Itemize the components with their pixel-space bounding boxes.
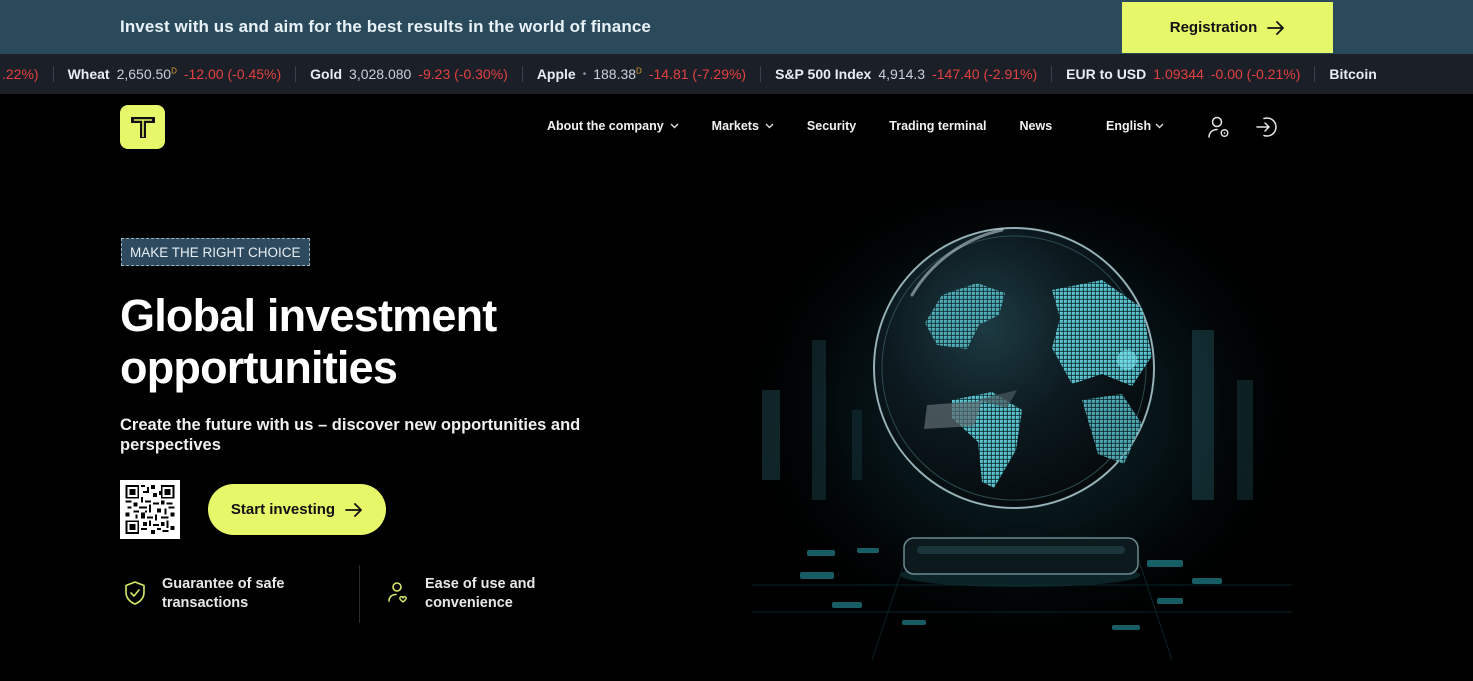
start-investing-button[interactable]: Start investing [208, 484, 386, 535]
hero-title-line2: opportunities [120, 342, 398, 393]
feature-text: Guarantee of safe transactions [162, 575, 285, 613]
feature-line: convenience [425, 595, 513, 611]
registration-label: Registration [1169, 19, 1258, 36]
ticker-name: Apple [536, 66, 576, 82]
chevron-down-icon [670, 123, 679, 129]
market-ticker: .22%) Wheat 2,650.50D -12.00 (-0.45%) Go… [0, 54, 1473, 94]
ticker-price: 188.38D [593, 66, 642, 82]
feature-ease-of-use: Ease of use and convenience [384, 575, 535, 613]
logo[interactable] [120, 105, 165, 149]
ticker-item[interactable]: .22%) [0, 66, 54, 82]
feature-divider [359, 565, 360, 623]
ticker-change: -0.00 (-0.21%) [1210, 66, 1301, 82]
hero-subtitle: Create the future with us – discover new… [120, 416, 581, 454]
ticker-change: -147.40 (-2.91%) [932, 66, 1038, 82]
ticker-dot: • [582, 68, 587, 80]
nav-label: Security [806, 119, 857, 133]
ticker-track: .22%) Wheat 2,650.50D -12.00 (-0.45%) Go… [0, 66, 1391, 82]
login-icon[interactable] [1255, 115, 1279, 139]
nav-about-company[interactable]: About the company [547, 119, 679, 133]
start-investing-label: Start investing [230, 501, 336, 518]
nav-label: About the company [547, 119, 664, 133]
ticker-item[interactable]: Apple • 188.38D -14.81 (-7.29%) [523, 66, 762, 82]
ticker-change: -12.00 (-0.45%) [183, 66, 282, 82]
hero-title-line1: Global investment [120, 290, 497, 341]
qr-code-icon [125, 485, 175, 534]
logo-mark-icon [130, 117, 155, 138]
ticker-price: 1.09344 [1153, 66, 1204, 82]
ticker-item[interactable]: EUR to USD 1.09344 -0.00 (-0.21%) [1052, 66, 1316, 82]
nav-label: Trading terminal [889, 119, 987, 133]
qr-code [120, 480, 180, 539]
language-label: English [1106, 119, 1152, 133]
ticker-change: -14.81 (-7.29%) [648, 66, 747, 82]
feature-line: Guarantee of safe [162, 576, 285, 592]
ticker-change: .22%) [2, 66, 39, 82]
feature-line: transactions [162, 595, 249, 611]
feature-text: Ease of use and convenience [425, 575, 535, 613]
chevron-down-icon [1155, 123, 1164, 129]
main-nav: About the company Markets Security Tradi… [547, 119, 1085, 133]
ticker-change: -9.23 (-0.30%) [418, 66, 508, 82]
promo-text: Invest with us and aim for the best resu… [120, 17, 651, 36]
ticker-name: EUR to USD [1066, 66, 1147, 82]
arrow-right-icon [345, 502, 362, 517]
registration-button[interactable]: Registration [1122, 2, 1333, 53]
ticker-item[interactable]: Wheat 2,650.50D -12.00 (-0.45%) [54, 66, 297, 82]
ticker-item[interactable]: Bitcoin [1315, 66, 1390, 82]
nav-news[interactable]: News [1020, 119, 1053, 133]
ticker-name: S&P 500 Index [775, 66, 872, 82]
nav-security[interactable]: Security [807, 119, 856, 133]
nav-markets[interactable]: Markets [712, 119, 774, 133]
ticker-name: Gold [310, 66, 343, 82]
ticker-item[interactable]: Gold 3,028.080 -9.23 (-0.30%) [296, 66, 523, 82]
arrow-right-icon [1267, 20, 1285, 35]
nav-label: News [1019, 119, 1053, 133]
ticker-price: 4,914.3 [878, 66, 926, 82]
hero-title: Global investment opportunities [120, 290, 600, 394]
feature-line: Ease of use and [425, 576, 536, 592]
ticker-name: Wheat [67, 66, 110, 82]
hero-badge: MAKE THE RIGHT CHOICE [121, 238, 310, 266]
nav-label: Markets [711, 119, 759, 133]
ticker-price: 2,650.50D [116, 66, 177, 82]
shield-check-icon [125, 581, 145, 605]
feature-safe-transactions: Guarantee of safe transactions [121, 575, 285, 613]
user-settings-icon[interactable] [1207, 115, 1231, 139]
chevron-down-icon [765, 123, 774, 129]
hero-globe-illustration [752, 200, 1292, 660]
ticker-price: 3,028.080 [349, 66, 412, 82]
user-heart-icon [388, 582, 407, 603]
nav-trading-terminal[interactable]: Trading terminal [889, 119, 986, 133]
language-selector[interactable]: English [1106, 119, 1164, 133]
ticker-item[interactable]: S&P 500 Index 4,914.3 -147.40 (-2.91%) [761, 66, 1053, 82]
ticker-name: Bitcoin [1329, 66, 1377, 82]
promo-bar: Invest with us and aim for the best resu… [0, 0, 1473, 54]
